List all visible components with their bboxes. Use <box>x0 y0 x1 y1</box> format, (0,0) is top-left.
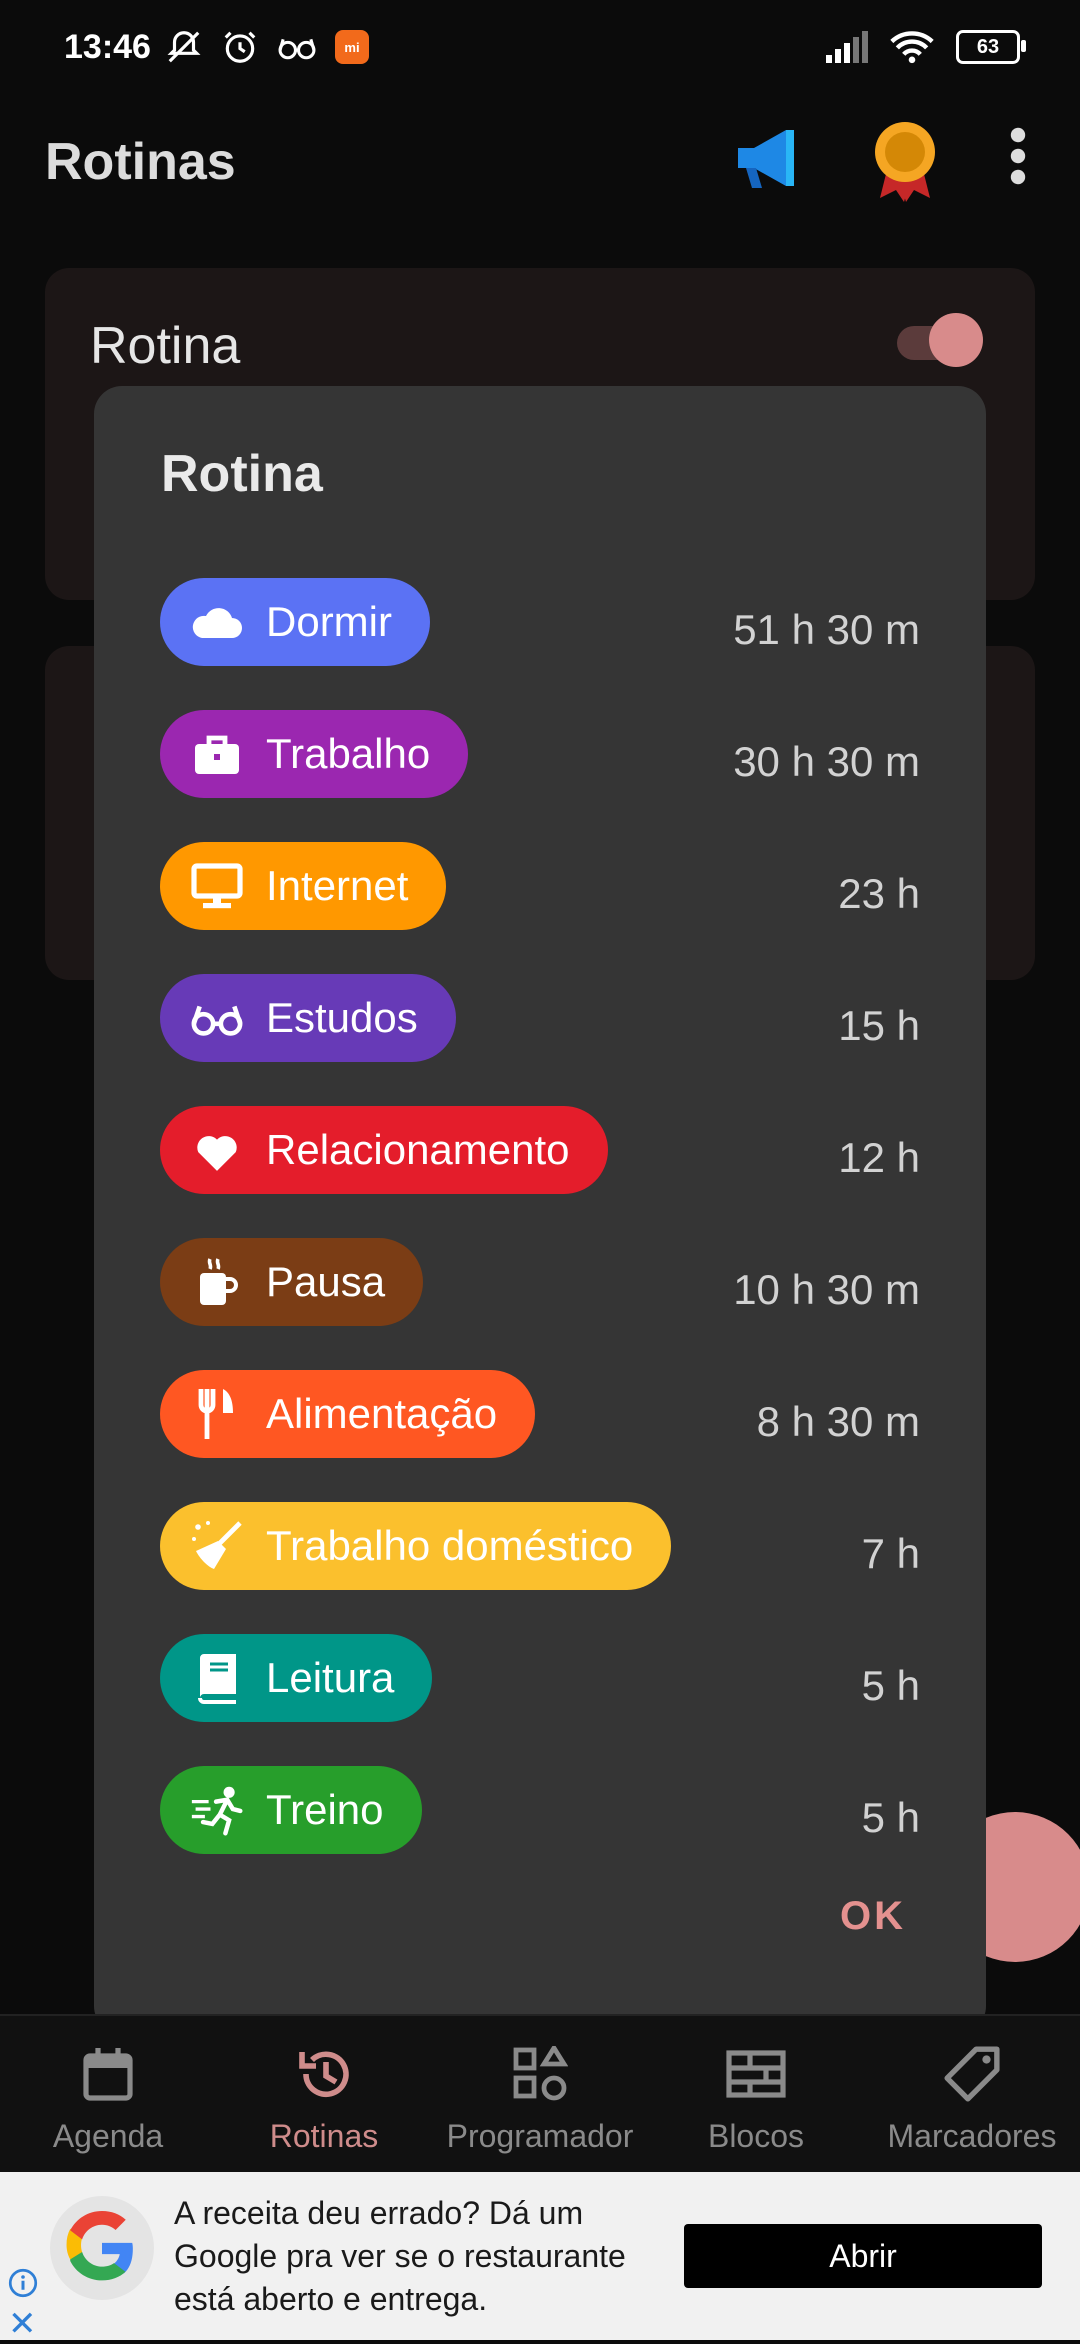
nav-item-marcadores[interactable]: Marcadores <box>864 2044 1080 2155</box>
nav-item-blocos[interactable]: Blocos <box>648 2044 864 2155</box>
category-chip-internet[interactable]: Internet <box>160 842 447 930</box>
category-chip-leitura[interactable]: Leitura <box>160 1634 433 1722</box>
shapes-icon <box>432 2044 648 2104</box>
duration-value: 51 h 30 m <box>733 606 920 653</box>
award-medal-icon[interactable] <box>868 118 942 202</box>
list-item: Trabalho doméstico 7 h <box>94 1502 986 1634</box>
toggle-thumb <box>929 313 983 367</box>
routine-card-title: Rotina <box>90 317 241 375</box>
category-chip-alimentacao[interactable]: Alimentação <box>160 1370 536 1458</box>
mute-icon <box>167 31 201 63</box>
history-icon <box>216 2044 432 2104</box>
ad-open-button[interactable]: Abrir <box>684 2224 1042 2288</box>
routine-toggle[interactable] <box>897 313 983 367</box>
category-chip-trabalho[interactable]: Trabalho <box>160 710 469 798</box>
page-title: Rotinas <box>45 133 236 191</box>
briefcase-icon <box>190 727 244 781</box>
category-list: Dormir 51 h 30 m Trabalho 30 h 30 m Inte… <box>94 578 986 1898</box>
duration-value: 12 h <box>838 1134 920 1181</box>
list-item: Dormir 51 h 30 m <box>94 578 986 710</box>
duration-value: 7 h <box>861 1530 920 1577</box>
status-bar: 13:46 mi 63 <box>0 0 1080 100</box>
category-label: Trabalho doméstico <box>266 1522 634 1569</box>
category-label: Alimentação <box>266 1390 498 1437</box>
book-icon <box>190 1651 244 1705</box>
list-item: Pausa 10 h 30 m <box>94 1238 986 1370</box>
cloud-icon <box>190 595 244 649</box>
glasses-icon <box>190 991 244 1045</box>
nav-item-programador[interactable]: Programador <box>432 2044 648 2155</box>
bottom-navigation: Agenda Rotinas Programador Blocos Marcad… <box>0 2014 1080 2174</box>
ok-button[interactable]: OK <box>840 1894 906 1939</box>
google-logo-icon <box>50 2196 154 2300</box>
category-chip-estudos[interactable]: Estudos <box>160 974 456 1062</box>
ad-info-icon[interactable] <box>8 2268 38 2298</box>
duration-value: 23 h <box>838 870 920 917</box>
alarm-icon <box>224 31 256 63</box>
category-chip-relacionamento[interactable]: Relacionamento <box>160 1106 608 1194</box>
list-item: Internet 23 h <box>94 842 986 974</box>
glasses-status-icon <box>278 38 316 60</box>
category-chip-trabalho-domestico[interactable]: Trabalho doméstico <box>160 1502 672 1590</box>
category-label: Internet <box>266 862 409 909</box>
routine-dialog: Rotina Dormir 51 h 30 m Trabalho 30 h 30… <box>94 386 986 2034</box>
megaphone-icon[interactable] <box>730 118 810 198</box>
duration-value: 30 h 30 m <box>733 738 920 785</box>
category-chip-treino[interactable]: Treino <box>160 1766 422 1854</box>
duration-value: 15 h <box>838 1002 920 1049</box>
blocks-icon <box>648 2044 864 2104</box>
list-item: Estudos 15 h <box>94 974 986 1106</box>
duration-value: 10 h 30 m <box>733 1266 920 1313</box>
cutlery-icon <box>190 1387 244 1441</box>
nav-label: Agenda <box>52 2118 164 2154</box>
battery-icon: 63 <box>956 30 1026 64</box>
category-label: Estudos <box>266 994 418 1041</box>
category-label: Dormir <box>266 598 392 645</box>
nav-label: Blocos <box>707 2118 805 2154</box>
list-item: Leitura 5 h <box>94 1634 986 1766</box>
nav-item-rotinas[interactable]: Rotinas <box>216 2044 432 2155</box>
runner-icon <box>190 1783 244 1837</box>
signal-icon <box>826 31 868 63</box>
nav-label: Marcadores <box>887 2118 1057 2154</box>
ad-text: A receita deu errado? Dá um Google pra v… <box>174 2195 626 2317</box>
mi-icon: mi <box>335 30 369 64</box>
ad-banner[interactable]: A receita deu errado? Dá um Google pra v… <box>0 2172 1080 2343</box>
category-chip-dormir[interactable]: Dormir <box>160 578 430 666</box>
list-item: Trabalho 30 h 30 m <box>94 710 986 842</box>
broom-icon <box>190 1519 244 1573</box>
list-item: Relacionamento 12 h <box>94 1106 986 1238</box>
coffee-icon <box>190 1255 244 1309</box>
duration-value: 5 h <box>861 1662 920 1709</box>
category-label: Treino <box>266 1786 384 1833</box>
list-item: Alimentação 8 h 30 m <box>94 1370 986 1502</box>
nav-item-agenda[interactable]: Agenda <box>0 2044 216 2155</box>
category-chip-pausa[interactable]: Pausa <box>160 1238 424 1326</box>
nav-label: Rotinas <box>269 2118 379 2154</box>
tag-icon <box>864 2044 1080 2104</box>
category-label: Leitura <box>266 1654 395 1701</box>
category-label: Trabalho <box>266 730 431 777</box>
monitor-icon <box>190 859 244 913</box>
duration-value: 8 h 30 m <box>756 1398 920 1445</box>
wifi-icon <box>890 31 934 64</box>
list-item: Treino 5 h <box>94 1766 986 1898</box>
more-vert-icon[interactable] <box>1006 126 1030 186</box>
dialog-title: Rotina <box>161 445 323 503</box>
category-label: Relacionamento <box>266 1126 570 1173</box>
nav-label: Programador <box>446 2118 634 2154</box>
heart-icon <box>190 1123 244 1177</box>
duration-value: 5 h <box>861 1794 920 1841</box>
status-time: 13:46 <box>64 28 151 66</box>
ad-close-icon[interactable]: ✕ <box>8 2304 37 2344</box>
calendar-icon <box>0 2044 216 2104</box>
app-bar: Rotinas <box>0 100 1080 220</box>
category-label: Pausa <box>266 1258 386 1305</box>
